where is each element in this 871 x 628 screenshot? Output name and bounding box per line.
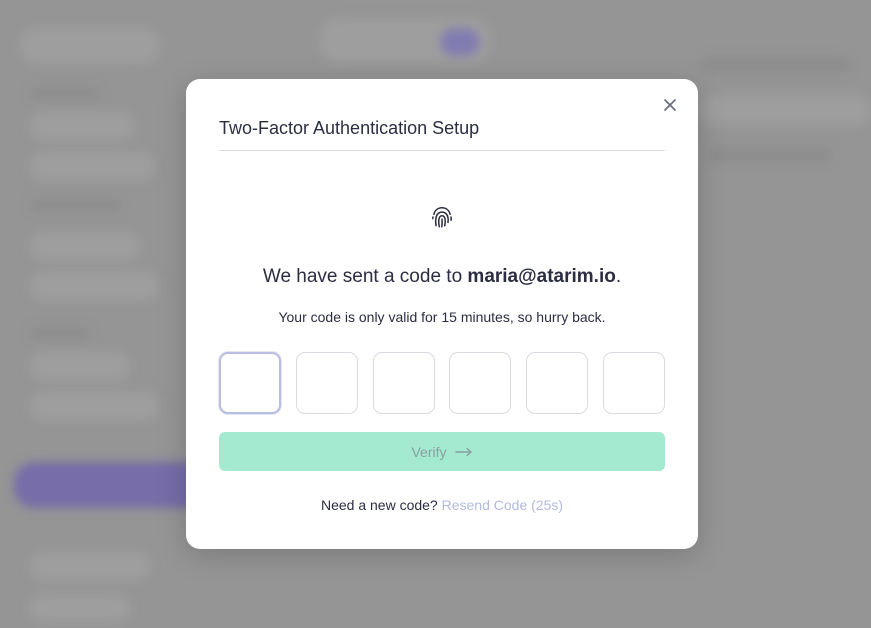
code-digit-4[interactable]: [449, 352, 512, 414]
code-digit-1[interactable]: [219, 352, 281, 414]
headline-prefix: We have sent a code to: [262, 266, 468, 287]
close-icon[interactable]: [660, 95, 680, 115]
title-divider: [219, 150, 665, 151]
code-digit-2[interactable]: [295, 352, 358, 414]
two-factor-modal: Two-Factor Authentication Setup We have …: [186, 79, 698, 549]
arrow-right-icon: [454, 444, 473, 460]
resend-prompt: Need a new code?: [320, 497, 438, 513]
code-input-group: [219, 352, 665, 416]
fingerprint-icon: [429, 204, 455, 230]
resend-row: Need a new code? Resend Code (25s): [186, 497, 698, 513]
modal-title: Two-Factor Authentication Setup: [219, 118, 480, 138]
verify-label: Verify: [411, 443, 447, 460]
resend-code-link[interactable]: Resend Code (25s): [442, 497, 563, 513]
verify-button[interactable]: Verify: [219, 432, 665, 471]
code-digit-6[interactable]: [602, 352, 665, 414]
code-digit-5[interactable]: [526, 352, 589, 414]
headline-suffix: .: [615, 266, 622, 287]
code-digit-3[interactable]: [372, 352, 435, 414]
code-sent-message: We have sent a code to maria@atarim.io.: [186, 266, 698, 288]
email-address: maria@atarim.io: [467, 266, 616, 287]
validity-note: Your code is only valid for 15 minutes, …: [278, 309, 606, 325]
